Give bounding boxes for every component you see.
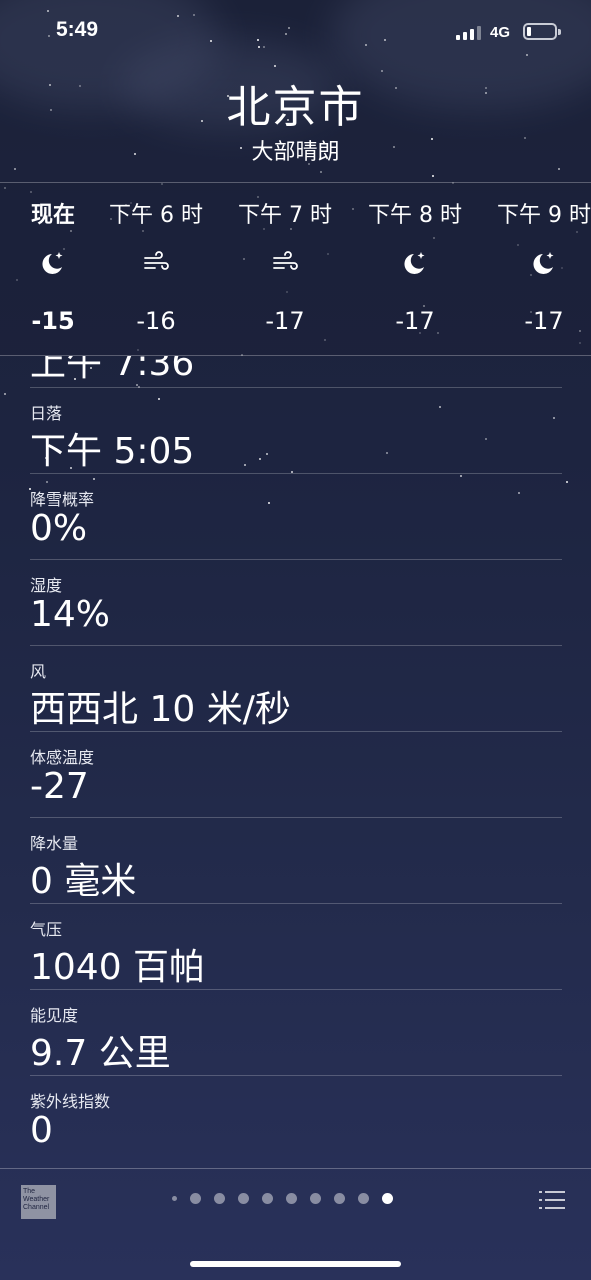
page-indicator[interactable] [172, 1193, 393, 1204]
detail-label: 气压 [30, 920, 63, 939]
detail-value: 下午 5:05 [30, 431, 195, 472]
hour-item: 下午 8 时 -17 [360, 183, 470, 357]
detail-row: 气压 1040 百帕 [30, 904, 562, 990]
star [566, 481, 568, 483]
hour-temp: -17 [265, 307, 305, 335]
hour-temp: -17 [395, 307, 435, 335]
page-dot[interactable] [382, 1193, 393, 1204]
detail-value: 上午 7:36 [30, 356, 195, 384]
hour-item: 下午 7 时 -17 [230, 183, 340, 357]
weather-condition: 大部晴朗 [251, 140, 340, 165]
city-name: 北京市 [226, 82, 365, 133]
detail-value: 0 [30, 1110, 53, 1151]
battery-icon [523, 23, 561, 40]
detail-row: 降水量 0 毫米 [30, 818, 562, 904]
detail-label: 降水量 [30, 834, 79, 853]
hour-temp: -16 [136, 307, 176, 335]
star [4, 393, 6, 395]
city-list-button[interactable] [539, 1189, 565, 1211]
hour-label: 下午 9 时 [497, 203, 591, 228]
star [432, 175, 434, 177]
hour-label: 下午 6 时 [109, 203, 203, 228]
star [14, 168, 16, 170]
status-time: 5:49 [56, 18, 99, 41]
hour-temp: -15 [31, 307, 75, 335]
detail-value: 9.7 公里 [30, 1033, 171, 1074]
detail-label: 湿度 [30, 576, 63, 595]
cellular-signal-icon [456, 24, 481, 40]
hourly-forecast[interactable]: 现在 -15 下午 6 时 -16 下午 7 时 -17 下午 8 时 -17 … [0, 182, 591, 356]
hour-item: 现在 -15 [0, 183, 108, 357]
detail-row: 湿度 14% [30, 560, 562, 646]
hour-temp: -17 [524, 307, 564, 335]
hour-item: 下午 9 时 -17 [489, 183, 591, 357]
star [274, 65, 276, 67]
moon-stars-icon [533, 252, 554, 274]
hour-label: 下午 7 时 [238, 203, 332, 228]
detail-row: 体感温度 -27 [30, 732, 562, 818]
page-dot[interactable] [334, 1193, 345, 1204]
detail-value: 1040 百帕 [30, 947, 206, 988]
page-dot[interactable] [214, 1193, 225, 1204]
detail-label: 日落 [30, 404, 63, 423]
star [320, 171, 322, 173]
wind-icon [273, 251, 298, 270]
wind-icon [144, 251, 169, 270]
detail-row: 降雪概率 0% [30, 474, 562, 560]
page-dot[interactable] [358, 1193, 369, 1204]
detail-value: 西西北 10 米/秒 [30, 689, 291, 730]
moon-stars-icon [404, 252, 425, 274]
detail-label: 降雪概率 [30, 490, 95, 509]
page-dot[interactable] [286, 1193, 297, 1204]
star [381, 70, 383, 72]
weather-details-list[interactable]: 上午 7:36 日落 下午 5:05 降雪概率 0% 湿度 14% 风 西西北 … [30, 356, 562, 1166]
location-header: 北京市 大部晴朗 [0, 80, 591, 168]
detail-label: 风 [30, 662, 47, 681]
page-dot[interactable] [172, 1196, 177, 1201]
detail-row: 紫外线指数 0 [30, 1076, 562, 1162]
detail-label: 紫外线指数 [30, 1092, 111, 1111]
detail-value: -27 [30, 766, 89, 807]
detail-row: 风 西西北 10 米/秒 [30, 646, 562, 732]
network-type: 4G [490, 24, 511, 41]
detail-row-sunrise: 上午 7:36 [30, 356, 562, 388]
moon-stars-icon [42, 252, 63, 274]
status-bar: 5:49 4G [0, 0, 591, 64]
home-indicator[interactable] [190, 1261, 401, 1267]
detail-value: 14% [30, 594, 111, 635]
weather-channel-logo[interactable]: The Weather Channel [21, 1185, 56, 1219]
page-dot[interactable] [190, 1193, 201, 1204]
page-dot[interactable] [262, 1193, 273, 1204]
star [558, 168, 560, 170]
detail-row: 能见度 9.7 公里 [30, 990, 562, 1076]
detail-label: 体感温度 [30, 748, 95, 767]
page-dot[interactable] [238, 1193, 249, 1204]
hour-label: 现在 [30, 203, 75, 228]
hour-item: 下午 6 时 -16 [101, 183, 211, 357]
detail-row: 日落 下午 5:05 [30, 388, 562, 474]
page-dot[interactable] [310, 1193, 321, 1204]
detail-value: 0 毫米 [30, 861, 137, 902]
detail-value: 0% [30, 508, 88, 549]
detail-label: 能见度 [30, 1006, 79, 1025]
hour-label: 下午 8 时 [368, 203, 462, 228]
